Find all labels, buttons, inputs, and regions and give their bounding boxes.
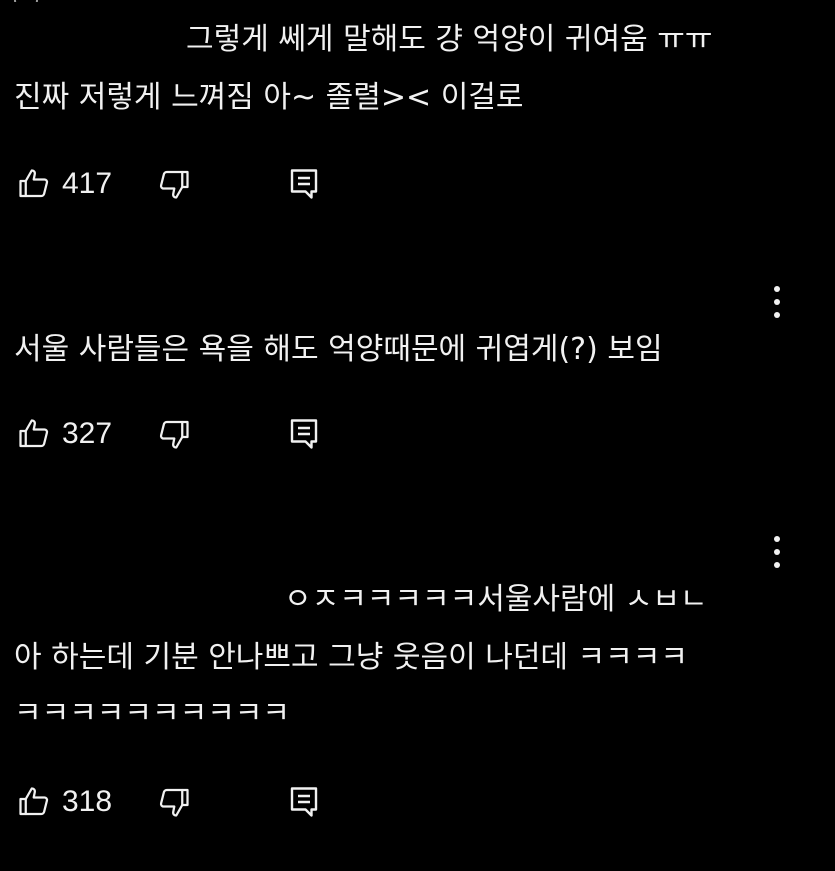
reply-button[interactable] bbox=[284, 164, 324, 204]
like-count: 417 bbox=[62, 167, 113, 200]
dislike-button[interactable] bbox=[154, 164, 194, 204]
more-vertical-icon-dot bbox=[774, 562, 780, 568]
reply-button[interactable] bbox=[284, 414, 324, 454]
more-vertical-icon-dot bbox=[774, 536, 780, 542]
thumb-down-icon bbox=[159, 420, 189, 449]
more-vertical-icon-dot bbox=[774, 299, 780, 305]
comment-3-line-1: ㅇㅈㅋㅋㅋㅋㅋ서울사람에 ㅅㅂㄴ bbox=[284, 582, 708, 617]
like-button[interactable] bbox=[14, 164, 54, 204]
like-count: 318 bbox=[62, 785, 113, 818]
comment-2-more-button[interactable] bbox=[767, 282, 787, 322]
like-button[interactable] bbox=[14, 414, 54, 454]
thumb-up-icon bbox=[19, 169, 49, 198]
like-count: 327 bbox=[62, 417, 113, 450]
more-vertical-icon-dot bbox=[774, 549, 780, 555]
previous-comment-fragment bbox=[0, 0, 835, 2]
comment-1-line-2: 진짜 저렇게 느껴짐 아~ 졸렬>< 이걸로 bbox=[14, 80, 524, 115]
comment-1-line-1: 그렇게 쎄게 말해도 걍 억양이 귀여움 ㅠㅠ bbox=[186, 22, 713, 57]
thumb-down-icon bbox=[159, 788, 189, 817]
like-button[interactable] bbox=[14, 782, 54, 822]
comment-1-actions: 417 bbox=[14, 164, 344, 204]
comment-3-line-3: ㅋㅋㅋㅋㅋㅋㅋㅋㅋㅋ bbox=[14, 696, 290, 731]
thumb-down-icon bbox=[159, 170, 189, 199]
more-vertical-icon-dot bbox=[774, 286, 780, 292]
comment-3-actions: 318 bbox=[14, 782, 344, 822]
dislike-button[interactable] bbox=[154, 782, 194, 822]
comment-2-line-1: 서울 사람들은 욕을 해도 억양때문에 귀엽게(?) 보임 bbox=[14, 332, 663, 367]
dislike-button[interactable] bbox=[154, 414, 194, 454]
thumb-up-icon bbox=[19, 419, 49, 448]
reply-comment-icon bbox=[290, 169, 318, 199]
reply-comment-icon bbox=[290, 419, 318, 449]
avatar-fragment bbox=[14, 0, 38, 2]
more-vertical-icon-dot bbox=[774, 312, 780, 318]
comment-2-actions: 327 bbox=[14, 414, 344, 454]
comment-3-more-button[interactable] bbox=[767, 532, 787, 572]
reply-button[interactable] bbox=[284, 782, 324, 822]
comment-3-line-2: 아 하는데 기분 안나쁘고 그냥 웃음이 나던데 ㅋㅋㅋㅋ bbox=[14, 640, 688, 675]
thumb-up-icon bbox=[19, 787, 49, 816]
reply-comment-icon bbox=[290, 787, 318, 817]
